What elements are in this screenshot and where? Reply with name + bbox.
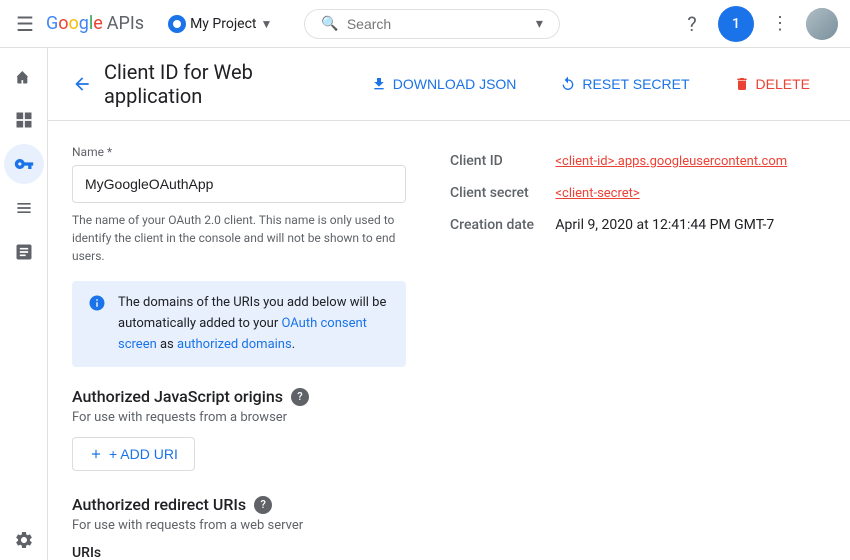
delete-label: DELETE — [756, 76, 810, 92]
more-icon: ⋮ — [771, 13, 789, 34]
js-origins-help-icon[interactable]: ? — [291, 388, 309, 406]
apis-text: APIs — [107, 13, 144, 34]
content-area: Client ID for Web application DOWNLOAD J… — [48, 48, 850, 560]
top-nav: ☰ Google APIs My Project ▼ 🔍 ▾ ? 1 ⋮ — [0, 0, 850, 48]
form-left: Name * The name of your OAuth 2.0 client… — [72, 145, 406, 560]
more-menu-button[interactable]: ⋮ — [762, 6, 798, 42]
name-field-help: The name of your OAuth 2.0 client. This … — [72, 211, 406, 265]
project-dropdown-icon: ▼ — [261, 17, 273, 31]
info-message: The domains of the URIs you add below wi… — [118, 293, 390, 355]
download-json-label: DOWNLOAD JSON — [393, 76, 517, 92]
credentials-table: Client ID <client-id>.apps.googleusercon… — [446, 145, 826, 241]
name-field-label: Name * — [72, 145, 406, 159]
add-uri-button[interactable]: + ADD URI — [72, 437, 195, 471]
form-right: Client ID <client-id>.apps.googleusercon… — [446, 145, 826, 560]
search-input[interactable] — [347, 16, 528, 32]
add-uri-label: + ADD URI — [109, 446, 178, 462]
search-icon: 🔍 — [321, 16, 338, 32]
client-id-text[interactable]: <client-id>.apps.googleusercontent.com — [555, 154, 787, 169]
creation-date-row: Creation date April 9, 2020 at 12:41:44 … — [446, 209, 826, 241]
client-secret-row: Client secret <client-secret> — [446, 177, 826, 209]
js-origins-sub: For use with requests from a browser — [72, 410, 406, 425]
form-area: Name * The name of your OAuth 2.0 client… — [48, 121, 850, 560]
sidebar-item-settings[interactable] — [4, 520, 44, 560]
help-button[interactable]: ? — [674, 6, 710, 42]
notification-button[interactable]: 1 — [718, 6, 754, 42]
info-box: The domains of the URIs you add below wi… — [72, 281, 406, 367]
redirect-uris-title: Authorized redirect URIs ? — [72, 495, 406, 514]
sidebar-item-credentials[interactable] — [4, 144, 44, 184]
main-layout: Client ID for Web application DOWNLOAD J… — [0, 48, 850, 560]
project-name: My Project — [190, 16, 256, 32]
search-bar: 🔍 ▾ — [304, 9, 559, 39]
name-input[interactable] — [72, 165, 406, 203]
menu-icon[interactable]: ☰ — [12, 8, 38, 40]
google-logo: Google — [46, 13, 103, 34]
sidebar-item-home[interactable] — [4, 56, 44, 96]
page-header: Client ID for Web application DOWNLOAD J… — [48, 48, 850, 121]
project-selector[interactable]: My Project ▼ — [160, 11, 280, 37]
google-apis-logo: Google APIs — [46, 13, 144, 34]
redirect-uris-help-icon[interactable]: ? — [254, 496, 272, 514]
sidebar-item-apis[interactable] — [4, 188, 44, 228]
back-button[interactable] — [72, 74, 92, 94]
reset-secret-label: RESET SECRET — [582, 76, 689, 92]
search-expand-icon[interactable]: ▾ — [536, 16, 543, 32]
client-secret-label: Client secret — [446, 177, 551, 209]
creation-date-label: Creation date — [446, 209, 551, 241]
sidebar — [0, 48, 48, 560]
project-icon — [168, 15, 186, 33]
uris-label: URIs — [72, 545, 406, 560]
authorized-domains-link[interactable]: authorized domains — [177, 337, 292, 352]
reset-secret-button[interactable]: RESET SECRET — [544, 68, 705, 100]
sidebar-item-library[interactable] — [4, 232, 44, 272]
js-origins-title: Authorized JavaScript origins ? — [72, 387, 406, 406]
creation-date-value: April 9, 2020 at 12:41:44 PM GMT-7 — [551, 209, 826, 241]
sidebar-item-dashboard[interactable] — [4, 100, 44, 140]
notification-count: 1 — [732, 16, 740, 32]
info-icon — [88, 294, 106, 355]
redirect-uris-sub: For use with requests from a web server — [72, 518, 406, 533]
client-id-value: <client-id>.apps.googleusercontent.com — [551, 145, 826, 177]
client-id-label: Client ID — [446, 145, 551, 177]
delete-button[interactable]: DELETE — [718, 68, 826, 100]
download-json-button[interactable]: DOWNLOAD JSON — [355, 68, 533, 100]
client-secret-value: <client-secret> — [551, 177, 826, 209]
client-secret-text[interactable]: <client-secret> — [555, 186, 639, 201]
client-id-row: Client ID <client-id>.apps.googleusercon… — [446, 145, 826, 177]
page-title: Client ID for Web application — [104, 60, 343, 108]
avatar[interactable] — [806, 8, 838, 40]
